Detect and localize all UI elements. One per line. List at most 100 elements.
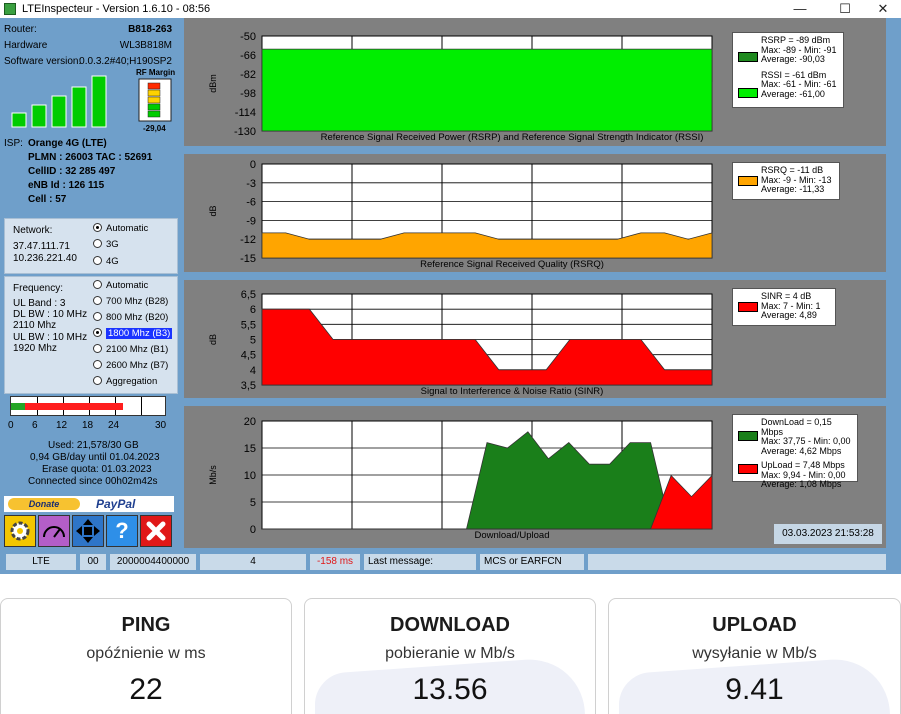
y-axis-label: dBm [208, 74, 218, 93]
freq-option-800[interactable]: 800 Mhz (B20) [93, 312, 168, 323]
donate-banner[interactable]: Donate PayPal [4, 496, 174, 512]
y-tick-label: 3,5 [241, 380, 256, 392]
expand-arrows-icon [76, 519, 100, 543]
usage-tick-0: 0 [8, 420, 14, 431]
usage-used: Used: 21,578/30 GB [48, 440, 139, 451]
radio-dot-icon [93, 256, 102, 265]
exit-button[interactable] [140, 515, 172, 547]
radio-dot-icon [93, 344, 102, 353]
status-mode: LTE [6, 554, 76, 570]
ping-title: PING [121, 614, 171, 636]
y-axis-label: dB [208, 334, 218, 345]
frequency-panel: Frequency: UL Band : 3 DL BW : 10 MHz 21… [4, 276, 178, 394]
y-axis-label: dB [208, 205, 218, 216]
usage-tick-12: 12 [56, 420, 68, 431]
download-upload-chart-panel: 20 15 10 5 0 Mb/s Download/Upload DownLoad = 0… [184, 406, 886, 548]
help-button[interactable]: ? [106, 515, 138, 547]
status-last-message: Last message: [364, 554, 476, 570]
status-bar: LTE 00 2000004400000 4 -158 ms Last mess… [0, 552, 901, 574]
speedtest-results: PING opóźnienie w ms 22 DOWNLOAD pobiera… [0, 574, 901, 714]
y-tick-label: 20 [244, 416, 256, 428]
ping-subtitle: opóźnienie w ms [86, 645, 206, 662]
ping-card: PING opóźnienie w ms 22 [0, 598, 292, 714]
app-icon [4, 3, 16, 15]
signal-strength-icon [11, 75, 107, 128]
window-titlebar: LTEInspecteur - Version 1.6.10 - 08:56 —… [0, 0, 901, 18]
status-empty-field [588, 554, 886, 570]
network-label: Network: [13, 225, 53, 236]
radio-dot-icon [93, 360, 102, 369]
ul-bw-info: UL BW : 10 MHz [13, 332, 88, 343]
speedtest-button[interactable] [38, 515, 70, 547]
usage-tick-24: 24 [108, 420, 120, 431]
download-subtitle: pobieranie w Mb/s [385, 645, 515, 662]
paypal-logo: PayPal [96, 497, 136, 511]
y-tick-label: 10 [244, 470, 256, 482]
isp-plmn: PLMN : 26003 TAC : 52691 [28, 152, 153, 163]
data-usage-fill [11, 403, 124, 410]
network-option-3g[interactable]: 3G [93, 239, 119, 250]
fullscreen-button[interactable] [72, 515, 104, 547]
usage-tick-6: 6 [32, 420, 38, 431]
radio-dot-icon [93, 239, 102, 248]
sinr-legend: SINR = 4 dB Max: 7 - Min: 1 Average: 4,8… [732, 288, 836, 326]
router-label: Router: [4, 24, 37, 35]
y-tick-label: -82 [240, 69, 256, 81]
freq-option-700[interactable]: 700 Mhz (B28) [93, 296, 168, 307]
radio-dot-icon [93, 296, 102, 305]
help-icon: ? [115, 518, 129, 543]
ul-band-info: UL Band : 3 [13, 298, 66, 309]
y-tick-label: -9 [246, 215, 256, 227]
upload-subtitle: wysyłanie w Mb/s [692, 645, 817, 662]
upload-title: UPLOAD [712, 614, 797, 636]
freq-option-2100[interactable]: 2100 Mhz (B1) [93, 344, 168, 355]
dl-bw-info: DL BW : 10 MHz [13, 309, 88, 320]
close-window-button[interactable]: ✕ [865, 0, 901, 18]
usage-tick-30: 30 [155, 420, 167, 431]
sinr-chart-panel: 6,5 6 5,5 5 4,5 4 3,5 dB Signal to Interference … [184, 280, 886, 398]
y-tick-label: 6,5 [241, 289, 256, 301]
frequency-label: Frequency: [13, 283, 64, 294]
network-option-4g[interactable]: 4G [93, 256, 119, 267]
y-tick-label: 5 [250, 497, 256, 509]
download-value: 13.56 [412, 673, 488, 706]
isp-cell: Cell : 57 [28, 194, 67, 205]
left-sidebar: Router: B818-263 Hardware WL3B818M Softw… [0, 18, 182, 548]
dl-freq-info: 2110 Mhz [13, 320, 57, 331]
window-title: LTEInspecteur - Version 1.6.10 - 08:56 [22, 3, 211, 15]
hardware-value: WL3B818M [119, 40, 172, 51]
y-tick-label: 4 [250, 365, 256, 377]
rf-margin-value: -29,04 [143, 124, 166, 133]
freq-option-2600[interactable]: 2600 Mhz (B7) [93, 360, 168, 371]
status-id: 2000004400000 [110, 554, 196, 570]
isp-label: ISP: [4, 138, 23, 149]
data-usage-bar [10, 396, 166, 416]
rsrp-rssi-chart-panel: -50 -66 -82 -98 -114 -130 dBm Reference Signal … [184, 18, 886, 146]
software-value: 0.0.3.2#40;H190SP2 [79, 56, 172, 67]
settings-button[interactable] [4, 515, 36, 547]
chart-title: Reference Signal Received Quality (RSRQ) [420, 259, 604, 270]
app-main: Router: B818-263 Hardware WL3B818M Softw… [0, 18, 901, 574]
router-value: B818-263 [128, 24, 172, 35]
network-option-automatic[interactable]: Automatic [93, 223, 148, 234]
freq-option-1800[interactable]: 1800 Mhz (B3) [93, 328, 173, 339]
software-label: Software version: [4, 56, 82, 67]
y-axis-label: Mb/s [208, 465, 218, 485]
y-tick-label: -6 [246, 197, 256, 209]
speedometer-icon [43, 526, 65, 538]
donate-button[interactable]: Donate [8, 498, 80, 510]
freq-option-aggregation[interactable]: Aggregation [93, 376, 157, 387]
maximize-button[interactable]: ☐ [827, 0, 863, 18]
rf-margin-gauge-icon [138, 78, 172, 122]
rsrp-rssi-legend: RSRP = -89 dBm Max: -89 - Min: -91 Avera… [732, 32, 844, 108]
rsrq-chart-panel: 0 -3 -6 -9 -12 -15 dB Reference Signal Received… [184, 154, 886, 272]
network-panel: Network: 37.47.111.71 10.236.221.40 Auto… [4, 218, 178, 274]
upload-card: UPLOAD wysyłanie w Mb/s 9.41 [608, 598, 901, 714]
minimize-button[interactable]: — [782, 0, 818, 18]
usage-erase-quota: Erase quota: 01.03.2023 [42, 464, 152, 475]
status-num: 4 [200, 554, 306, 570]
ip-address-2: 10.236.221.40 [13, 253, 77, 264]
freq-option-automatic[interactable]: Automatic [93, 280, 148, 291]
y-tick-label: -50 [240, 31, 256, 43]
y-tick-label: -15 [240, 253, 256, 265]
